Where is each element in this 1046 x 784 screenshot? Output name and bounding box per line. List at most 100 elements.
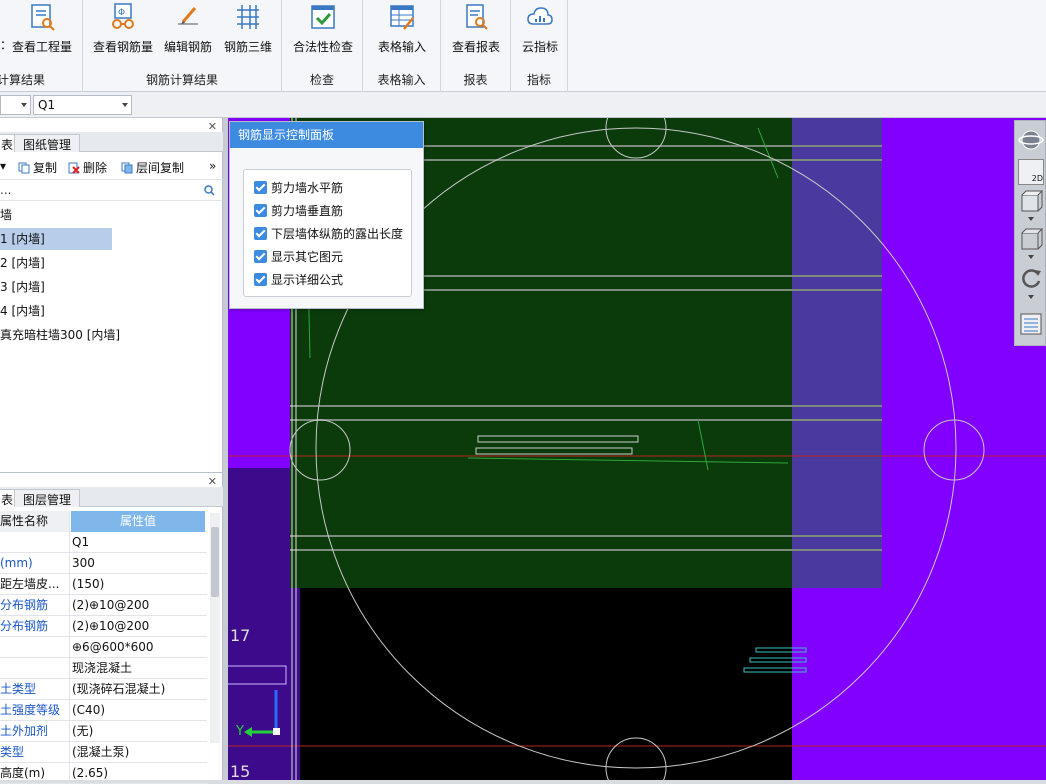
tree-item-q4[interactable]: 4 [内墙] — [0, 300, 45, 322]
option-show-detailed-formula[interactable]: 显示详细公式 — [254, 271, 343, 289]
view-quantity-button[interactable]: 查看工程量 — [10, 0, 74, 70]
floor-copy-button[interactable]: 层间复制 — [121, 159, 184, 176]
new-dropdown-icon[interactable]: ▾ — [0, 159, 6, 173]
property-row[interactable]: 现浇混凝土 — [0, 658, 207, 679]
axis-number: 17 — [230, 626, 251, 645]
property-row[interactable]: 分布钢筋 (2)⊕10@200 — [0, 595, 207, 616]
checkbox-icon[interactable] — [254, 273, 267, 286]
property-value[interactable]: (2)⊕10@200 — [72, 616, 206, 637]
property-name — [0, 658, 70, 679]
cloud-indicator-button[interactable]: 云指标 — [515, 0, 565, 70]
more-tools-icon[interactable]: » — [209, 159, 216, 173]
component-search[interactable]: ... — [0, 181, 221, 201]
checkbox-icon[interactable] — [254, 227, 267, 240]
delete-label: 删除 — [83, 161, 108, 175]
copy-button[interactable]: 复制 — [18, 159, 57, 176]
option-show-other-elements[interactable]: 显示其它图元 — [254, 248, 343, 266]
property-table: 属性名称 属性值 Q1 (mm) 300 距左墙皮... (150) 分布钢筋 (2)⊕10… — [0, 511, 207, 784]
table-input-label: 表格输入 — [377, 40, 426, 54]
rebar-3d-label: 钢筋三维 — [223, 40, 272, 54]
axis-origin — [273, 728, 280, 735]
checkbox-icon[interactable] — [254, 204, 267, 217]
search-input[interactable]: ... — [0, 183, 11, 197]
property-scrollbar[interactable] — [210, 513, 220, 743]
option-shear-wall-vertical[interactable]: 剪力墙垂直筋 — [254, 202, 343, 220]
group-label-rebar-results: 钢筋计算结果 — [145, 73, 218, 87]
rotate-icon[interactable] — [1018, 265, 1044, 291]
copy-icon — [18, 162, 30, 174]
property-value[interactable]: (现浇碎石混凝土) — [72, 679, 206, 700]
property-row[interactable]: ⊕6@600*600 — [0, 637, 207, 658]
orbit-globe-icon[interactable] — [1018, 127, 1044, 153]
view-report-button[interactable]: 查看报表 — [445, 0, 507, 70]
chevron-down-icon — [21, 103, 27, 107]
property-row[interactable]: 高度(m) (2.65) — [0, 763, 207, 784]
floor-select[interactable] — [0, 95, 31, 115]
property-value[interactable]: (2.65) — [72, 763, 206, 784]
property-row[interactable]: Q1 — [0, 532, 207, 553]
property-value[interactable]: Q1 — [72, 532, 206, 553]
view-rebar-button[interactable]: Φ 查看钢筋量 — [91, 0, 155, 70]
chevron-down-icon[interactable] — [1028, 255, 1034, 259]
cube-solid-icon[interactable] — [1018, 227, 1044, 253]
tree-item-wall-category[interactable]: 墙 — [0, 204, 12, 226]
edit-rebar-icon — [178, 7, 198, 25]
chevron-down-icon[interactable] — [1028, 295, 1034, 299]
option-label: 下层墙体纵筋的露出长度 — [271, 227, 404, 241]
checkbox-icon[interactable] — [254, 250, 267, 263]
view-quantity-label: 查看工程量 — [11, 40, 72, 54]
layer-list-icon[interactable] — [1018, 311, 1044, 337]
group-label-table-input: 表格输入 — [377, 73, 426, 87]
floor-copy-label: 层间复制 — [136, 161, 185, 175]
property-row[interactable]: 分布钢筋 (2)⊕10@200 — [0, 616, 207, 637]
property-name: 分布钢筋 — [0, 616, 70, 637]
delete-button[interactable]: 删除 — [68, 159, 107, 176]
component-toolbar: ▾ 复制 删除 层间复制 » — [0, 154, 223, 180]
legality-check-button[interactable]: 合法性检查 — [290, 0, 356, 70]
property-value[interactable]: 现浇混凝土 — [72, 658, 206, 679]
tree-item-q3[interactable]: 3 [内墙] — [0, 276, 45, 298]
ribbon-group-indicator: 云指标 指标 — [511, 0, 568, 92]
tab-drawing-management[interactable]: 图纸管理 — [14, 134, 81, 152]
property-value[interactable]: (150) — [72, 574, 206, 595]
edit-rebar-button[interactable]: 编辑钢筋 — [159, 0, 217, 70]
control-panel-title[interactable]: 钢筋显示控制面板 — [230, 122, 423, 148]
option-lower-wall-exposed-length[interactable]: 下层墙体纵筋的露出长度 — [254, 225, 403, 243]
search-icon[interactable] — [204, 185, 215, 196]
chevron-down-icon[interactable] — [1028, 217, 1034, 221]
component-panel-tabs: 表 图纸管理 — [0, 132, 223, 152]
table-input-button[interactable]: 表格输入 — [369, 0, 435, 70]
ribbon-group-table-input: 表格输入 表格输入 — [363, 0, 441, 92]
property-row[interactable]: 类型 (混凝土泵) — [0, 742, 207, 763]
view-2d-button[interactable]: 2D — [1018, 159, 1044, 185]
property-value[interactable]: (2)⊕10@200 — [72, 595, 206, 616]
option-shear-wall-horizontal[interactable]: 剪力墙水平筋 — [254, 179, 343, 197]
tab-layer-management[interactable]: 图层管理 — [14, 489, 81, 507]
property-row[interactable]: 土强度等级 (C40) — [0, 700, 207, 721]
rebar-3d-button[interactable]: 钢筋三维 — [219, 0, 277, 70]
property-value[interactable]: (混凝土泵) — [72, 742, 206, 763]
axis-number: 15 — [230, 762, 251, 780]
rebar-display-control-panel: 钢筋显示控制面板 剪力墙水平筋 剪力墙垂直筋 下层墙体纵筋的露出长度 显示其它图… — [229, 121, 424, 309]
chevron-down-icon — [122, 103, 128, 107]
property-row[interactable]: 土类型 (现浇碎石混凝土) — [0, 679, 207, 700]
property-row[interactable]: 土外加剂 (无) — [0, 721, 207, 742]
violet-overlay — [792, 118, 882, 588]
property-row[interactable]: 距左墙皮... (150) — [0, 574, 207, 595]
column-header-name: 属性名称 — [0, 511, 70, 532]
property-value[interactable]: ⊕6@600*600 — [72, 637, 206, 658]
tree-item-q2[interactable]: 2 [内墙] — [0, 252, 45, 274]
tree-item-filled-column-wall[interactable]: 真充暗柱墙300 [内墙] — [0, 324, 120, 346]
scrollbar-thumb[interactable] — [211, 527, 219, 597]
checkbox-icon[interactable] — [254, 181, 267, 194]
property-value[interactable]: (无) — [72, 721, 206, 742]
tree-item-q1[interactable]: 1 [内墙] — [0, 228, 112, 250]
group-label-indicator: 指标 — [526, 73, 551, 87]
component-select[interactable]: Q1 — [33, 95, 132, 115]
property-value[interactable]: 300 — [72, 553, 206, 574]
property-value[interactable]: (C40) — [72, 700, 206, 721]
view-toolbar: 2D — [1014, 120, 1046, 346]
property-row[interactable]: (mm) 300 — [0, 553, 207, 574]
svg-text:Φ: Φ — [118, 8, 125, 18]
cube-view-icon[interactable] — [1018, 189, 1044, 215]
